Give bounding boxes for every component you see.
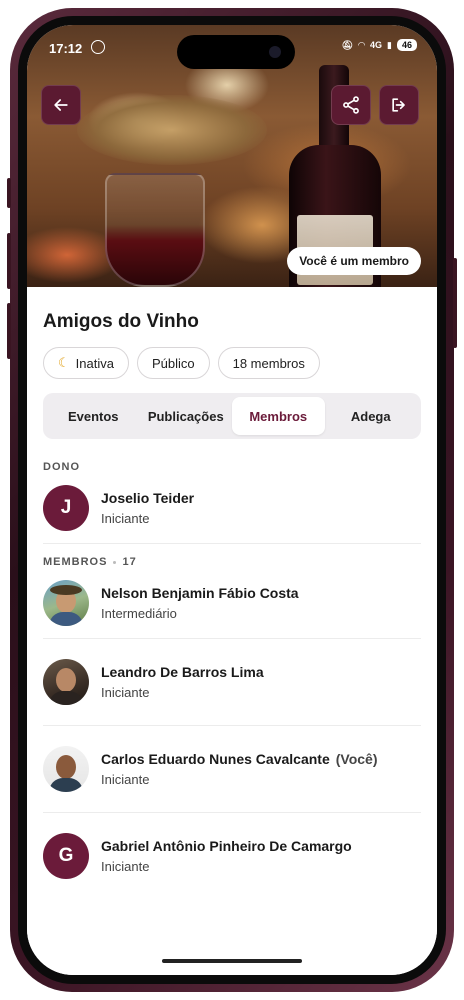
status-indicators: 🔕︎ ◠ 4G ▮ 46	[342, 39, 417, 51]
home-indicator[interactable]	[162, 959, 302, 963]
logout-icon	[392, 98, 405, 112]
members-section-label: MEMBROS 17	[43, 556, 421, 568]
moon-icon: ☾	[58, 355, 70, 370]
visibility-chip-label: Público	[151, 355, 195, 371]
status-bar: 17:12 🔕︎ ◠ 4G ▮ 46	[27, 25, 437, 69]
status-chip-label: Inativa	[75, 355, 114, 371]
volume-down-button	[7, 303, 11, 359]
member-name: Gabriel Antônio Pinheiro De Camargo	[101, 838, 352, 854]
member-name: Nelson Benjamin Fábio Costa	[101, 585, 299, 601]
share-button[interactable]	[331, 85, 371, 125]
member-level: Iniciante	[101, 772, 150, 787]
avatar	[43, 659, 89, 705]
group-tabs: Eventos Publicações Membros Adega	[43, 393, 421, 439]
member-name: Leandro De Barros Lima	[101, 664, 264, 680]
cover-food-plate	[77, 95, 267, 165]
mute-icon: 🔕︎	[341, 39, 354, 50]
members-label-text: MEMBROS	[43, 556, 108, 568]
back-button[interactable]	[41, 85, 81, 125]
avatar: G	[43, 833, 89, 879]
member-row[interactable]: Leandro De Barros Lima Iniciante	[43, 639, 421, 726]
status-chip: ☾ Inativa	[43, 347, 129, 379]
screen: Você é um membro 17:12 🔕︎ ◠ 4G ▮ 46 Amig…	[27, 25, 437, 975]
status-time: 17:12	[49, 41, 83, 56]
dynamic-island	[177, 35, 295, 69]
tab-adega[interactable]: Adega	[325, 397, 418, 435]
member-level: Iniciante	[101, 685, 150, 700]
camera-icon	[269, 46, 281, 58]
group-details: Amigos do Vinho ☾ Inativa Público 18 mem…	[27, 287, 437, 975]
you-tag: (Você)	[335, 751, 378, 767]
member-row-current-user[interactable]: Carlos Eduardo Nunes Cavalcante (Você) In…	[43, 726, 421, 813]
power-button	[453, 258, 457, 348]
network-label: 4G	[370, 40, 383, 50]
separator-dot	[113, 560, 117, 564]
action-button	[7, 178, 11, 208]
owner-section-label: DONO	[43, 461, 421, 473]
phone-frame: Você é um membro 17:12 🔕︎ ◠ 4G ▮ 46 Amig…	[7, 8, 457, 992]
avatar: J	[43, 485, 89, 531]
member-level: Iniciante	[101, 859, 150, 874]
member-name: Joselio Teider	[101, 490, 195, 506]
share-icon	[343, 96, 359, 114]
tab-membros[interactable]: Membros	[232, 397, 325, 435]
wifi-icon: ◠	[358, 39, 366, 50]
member-name-text: Carlos Eduardo Nunes Cavalcante	[101, 751, 330, 767]
member-count-chip: 18 membros	[217, 347, 320, 379]
volume-up-button	[7, 233, 11, 289]
leave-group-button[interactable]	[379, 85, 419, 125]
member-count-label: 18 membros	[232, 355, 305, 371]
whatsapp-icon	[91, 40, 105, 54]
members-count: 17	[122, 556, 137, 568]
member-row[interactable]: Nelson Benjamin Fábio Costa Intermediári…	[43, 568, 421, 639]
avatar	[43, 580, 89, 626]
owner-row[interactable]: J Joselio Teider Iniciante	[43, 473, 421, 544]
avatar	[43, 746, 89, 792]
owner-label-text: DONO	[43, 461, 80, 473]
group-info-chips: ☾ Inativa Público 18 membros	[43, 347, 421, 379]
member-row[interactable]: G Gabriel Antônio Pinheiro De Camargo In…	[43, 813, 421, 899]
visibility-chip: Público	[136, 347, 210, 379]
member-status-badge: Você é um membro	[287, 247, 421, 275]
member-level: Iniciante	[101, 511, 150, 526]
tab-publicacoes[interactable]: Publicações	[140, 397, 233, 435]
cover-wine-glass	[105, 173, 205, 287]
battery-level: 46	[396, 39, 417, 51]
member-level: Intermediário	[101, 606, 177, 621]
tab-eventos[interactable]: Eventos	[47, 397, 140, 435]
signal-icon: ▮	[387, 39, 392, 50]
group-title: Amigos do Vinho	[43, 311, 199, 332]
arrow-left-icon	[54, 99, 68, 111]
member-name: Carlos Eduardo Nunes Cavalcante (Você)	[101, 751, 378, 767]
